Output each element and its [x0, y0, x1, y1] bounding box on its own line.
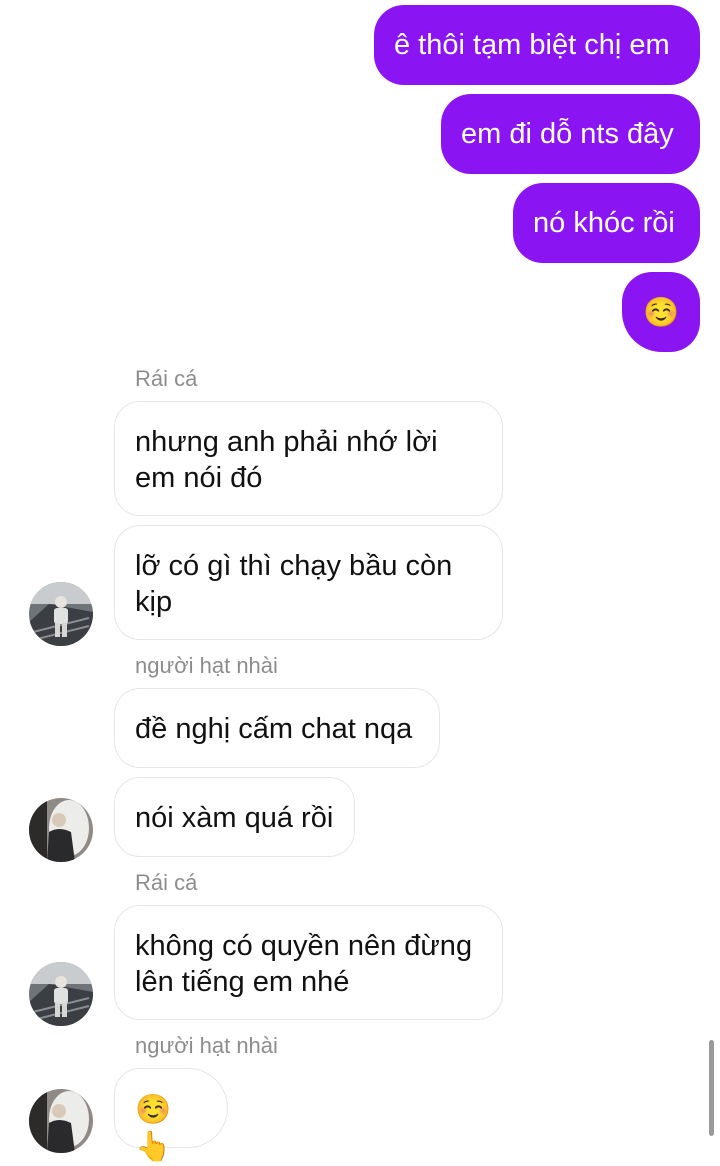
incoming-message-bubble[interactable]: không có quyền nên đừng lên tiếng em nhé: [114, 905, 503, 1020]
message-text-line: lên tiếng em nhé: [135, 966, 350, 998]
message-text: ê thôi tạm biệt chị em: [394, 29, 670, 61]
incoming-message-bubble[interactable]: lỡ có gì thì chạy bầu còn kịp: [114, 525, 503, 640]
sender-name: người hạt nhài: [135, 1033, 278, 1058]
message-text: nói xàm quá rồi: [135, 802, 334, 834]
outgoing-emoji-bubble[interactable]: ☺️: [622, 272, 700, 352]
message-text: em đi dỗ nts đây: [461, 118, 674, 150]
incoming-message-bubble[interactable]: đề nghị cấm chat nqa: [114, 688, 440, 768]
scrollbar-thumb[interactable]: [709, 1040, 714, 1136]
avatar-photo-nguoi-hat-nhai: [29, 798, 93, 862]
avatar-photo-nguoi-hat-nhai: [29, 1089, 93, 1153]
message-text-line: em nói đó: [135, 462, 263, 494]
avatar[interactable]: [29, 582, 93, 646]
sender-name: Rái cá: [135, 366, 198, 391]
smiling-face-emoji: ☺️: [642, 295, 680, 329]
message-text-line: nhưng anh phải nhớ lời: [135, 426, 438, 458]
avatar[interactable]: [29, 962, 93, 1026]
incoming-emoji-bubble[interactable]: ☺️👆: [114, 1068, 228, 1163]
sender-name: Rái cá: [135, 870, 198, 895]
message-text-line: kịp: [135, 586, 173, 618]
emoji-smile-and-pointing-up: ☺️👆: [135, 1092, 172, 1163]
avatar-photo-rai-ca: [29, 582, 93, 646]
avatar[interactable]: [29, 1089, 93, 1153]
message-text-line: không có quyền nên đừng: [135, 930, 473, 962]
incoming-message-bubble[interactable]: nói xàm quá rồi: [114, 777, 355, 857]
outgoing-message-bubble[interactable]: nó khóc rồi: [513, 183, 700, 263]
avatar-photo-rai-ca: [29, 962, 93, 1026]
outgoing-message-bubble[interactable]: ê thôi tạm biệt chị em: [374, 5, 700, 85]
message-text-line: lỡ có gì thì chạy bầu còn: [135, 550, 453, 582]
avatar[interactable]: [29, 798, 93, 862]
outgoing-message-bubble[interactable]: em đi dỗ nts đây: [441, 94, 700, 174]
sender-name: người hạt nhài: [135, 653, 278, 678]
message-text: đề nghị cấm chat nqa: [135, 713, 413, 745]
incoming-message-bubble[interactable]: nhưng anh phải nhớ lời em nói đó: [114, 401, 503, 516]
message-text: nó khóc rồi: [533, 207, 675, 239]
